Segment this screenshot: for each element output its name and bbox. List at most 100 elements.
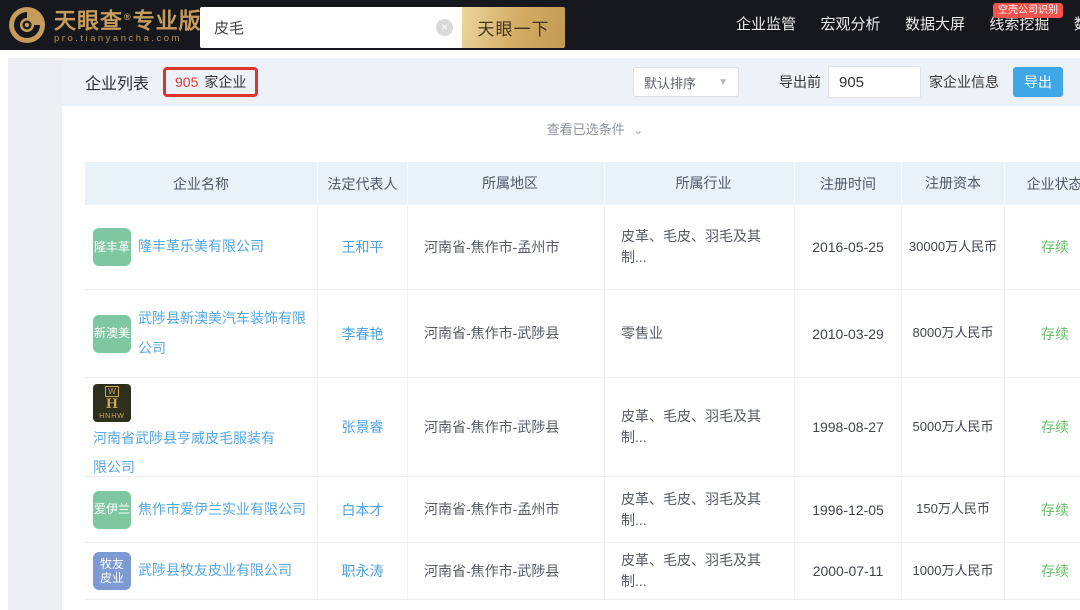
search-button[interactable]: 天眼一下	[462, 7, 565, 48]
top-navbar: 天眼查®专业版 pro.tianyancha.com × 天眼一下 企业监管 宏…	[0, 0, 1080, 50]
logo-registered-mark: ®	[124, 12, 132, 22]
industry-cell: 皮革、毛皮、羽毛及其制...	[605, 378, 795, 476]
status-cell: 存续	[1005, 290, 1080, 377]
page: 天眼查®专业版 pro.tianyancha.com × 天眼一下 企业监管 宏…	[0, 0, 1080, 610]
region-cell: 河南省-焦作市-武陟县	[408, 378, 605, 476]
table-header: 企业名称 法定代表人 所属地区 所属行业 注册时间 注册资本 企业状态	[85, 162, 1080, 205]
reg-capital-cell: 30000万人民币	[902, 205, 1005, 289]
reg-capital-cell: 1000万人民币	[902, 543, 1005, 599]
export-button[interactable]: 导出	[1013, 67, 1063, 97]
company-name-link[interactable]: 河南省武陟县亨威皮毛服装有限公司	[93, 424, 285, 476]
nav-item-macro-analysis[interactable]: 宏观分析	[820, 0, 880, 50]
status-badge: 存续	[1041, 325, 1069, 342]
sort-dropdown-value: 默认排序	[644, 75, 697, 91]
table-row: 爱伊兰 焦作市爱伊兰实业有限公司 白本才 河南省-焦作市-孟州市 皮革、毛皮、羽…	[85, 477, 1080, 543]
reg-date-cell: 2016-05-25	[795, 205, 902, 289]
table-row: 牧友 皮业 武陟县牧友皮业有限公司 职永涛 河南省-焦作市-武陟县 皮革、毛皮、…	[85, 543, 1080, 600]
reg-date-cell: 2010-03-29	[795, 290, 902, 377]
table-row: 新澳美 武陟县新澳美汽车装饰有限公司 李春艳 河南省-焦作市-武陟县 零售业 2…	[85, 290, 1080, 378]
legal-rep-link[interactable]: 职永涛	[342, 561, 384, 581]
table-row: W H HNHW 河南省武陟县亨威皮毛服装有限公司 张景睿 河南省-焦作市-武陟县 …	[85, 378, 1080, 477]
status-badge: 存续	[1041, 239, 1069, 255]
status-cell: 存续	[1005, 477, 1080, 542]
company-name-cell: W H HNHW 河南省武陟县亨威皮毛服装有限公司	[85, 378, 318, 476]
logo-domain: pro.tianyancha.com	[54, 33, 182, 45]
status-cell: 存续	[1005, 378, 1080, 476]
header-industry: 所属行业	[605, 162, 795, 205]
company-logo: 牧友 皮业	[93, 552, 131, 590]
company-logo: 爱伊兰	[93, 490, 131, 529]
caret-down-icon: ▼	[718, 76, 728, 88]
company-name-cell: 隆丰革 隆丰革乐美有限公司	[85, 205, 318, 289]
list-toolbar: 企业列表 905 家企业 默认排序 ▼ 导出前 家企业信息 导出	[62, 58, 1080, 106]
status-cell: 存续	[1005, 543, 1080, 599]
logo-suffix: 专业版	[132, 8, 202, 34]
company-logo: 隆丰革	[93, 228, 131, 266]
reg-date-cell: 1998-08-27	[795, 378, 902, 476]
header-reg-capital: 注册资本	[902, 162, 1005, 205]
industry-cell: 皮革、毛皮、羽毛及其制...	[605, 543, 795, 599]
sort-dropdown[interactable]: 默认排序 ▼	[633, 67, 739, 97]
company-name-link[interactable]: 武陟县新澳美汽车装饰有限公司	[138, 304, 311, 363]
page-title: 企业列表	[85, 76, 150, 93]
reg-date-cell: 2000-07-11	[795, 543, 902, 599]
legal-rep-cell: 王和平	[318, 205, 408, 289]
table-row: 隆丰革 隆丰革乐美有限公司 王和平 河南省-焦作市-孟州市 皮革、毛皮、羽毛及其…	[85, 205, 1080, 290]
company-name-link[interactable]: 武陟县牧友皮业有限公司	[138, 556, 292, 585]
legal-rep-cell: 白本才	[318, 477, 408, 542]
legal-rep-cell: 职永涛	[318, 543, 408, 599]
reg-date-cell: 1996-12-05	[795, 477, 902, 542]
reg-capital-cell: 8000万人民币	[902, 290, 1005, 377]
status-badge: 存续	[1041, 419, 1069, 435]
industry-cell: 皮革、毛皮、羽毛及其制...	[605, 205, 795, 289]
legal-rep-link[interactable]: 李春艳	[342, 324, 384, 344]
reg-capital-cell: 150万人民币	[902, 477, 1005, 542]
filter-toggle[interactable]: 查看已选条件 ⌄	[85, 119, 1080, 138]
company-name-cell: 牧友 皮业 武陟县牧友皮业有限公司	[85, 543, 318, 599]
filter-toggle-label: 查看已选条件	[546, 122, 625, 137]
nav-item-enterprise-supervision[interactable]: 企业监管	[736, 0, 796, 50]
company-name-cell: 新澳美 武陟县新澳美汽车装饰有限公司	[85, 290, 318, 377]
header-status: 企业状态	[1005, 162, 1080, 205]
industry-cell: 皮革、毛皮、羽毛及其制...	[605, 477, 795, 542]
region-cell: 河南省-焦作市-孟州市	[408, 477, 605, 542]
company-logo: W H HNHW	[93, 384, 131, 422]
reg-capital-cell: 5000万人民币	[902, 378, 1005, 476]
legal-rep-link[interactable]: 王和平	[342, 237, 384, 257]
chevron-down-icon: ⌄	[633, 123, 644, 137]
table-body: 隆丰革 隆丰革乐美有限公司 王和平 河南省-焦作市-孟州市 皮革、毛皮、羽毛及其…	[85, 205, 1080, 600]
searchbar: × 天眼一下	[200, 7, 565, 48]
legal-rep-cell: 张景睿	[318, 378, 408, 476]
company-name-link[interactable]: 焦作市爱伊兰实业有限公司	[138, 495, 306, 524]
company-logo: 新澳美	[93, 314, 131, 353]
nav-item-data-dimension[interactable]: 数据维	[1074, 0, 1080, 50]
nav-item-data-screen[interactable]: 数据大屏	[905, 0, 965, 50]
company-name-cell: 爱伊兰 焦作市爱伊兰实业有限公司	[85, 477, 318, 542]
legal-rep-cell: 李春艳	[318, 290, 408, 377]
tianyancha-logo[interactable]: 天眼查®专业版 pro.tianyancha.com	[8, 5, 202, 45]
tianyancha-logo-icon	[9, 7, 45, 44]
export-count-input[interactable]	[828, 66, 921, 98]
export-prefix-label: 导出前	[779, 74, 821, 90]
search-input[interactable]	[200, 7, 462, 48]
left-gutter	[8, 58, 62, 610]
region-cell: 河南省-焦作市-孟州市	[408, 205, 605, 289]
status-cell: 存续	[1005, 205, 1080, 289]
count-annotation-box: 905 家企业	[163, 67, 259, 97]
header-company-name: 企业名称	[85, 162, 318, 205]
company-name-link[interactable]: 隆丰革乐美有限公司	[138, 232, 264, 261]
shell-company-badge[interactable]: 空壳公司识别	[993, 3, 1063, 18]
legal-rep-link[interactable]: 张景睿	[342, 417, 384, 437]
header-reg-date: 注册时间	[795, 162, 902, 205]
logo-title: 天眼查	[54, 8, 124, 34]
region-cell: 河南省-焦作市-武陟县	[408, 543, 605, 599]
export-suffix-label: 家企业信息	[929, 74, 999, 90]
header-legal-rep: 法定代表人	[318, 162, 408, 205]
region-cell: 河南省-焦作市-武陟县	[408, 290, 605, 377]
header-region: 所属地区	[408, 162, 605, 205]
status-badge: 存续	[1041, 563, 1069, 579]
logo-text: 天眼查®专业版 pro.tianyancha.com	[54, 5, 202, 45]
company-count-suffix: 家企业	[204, 74, 247, 90]
legal-rep-link[interactable]: 白本才	[342, 500, 384, 520]
clear-search-icon[interactable]: ×	[436, 19, 453, 36]
